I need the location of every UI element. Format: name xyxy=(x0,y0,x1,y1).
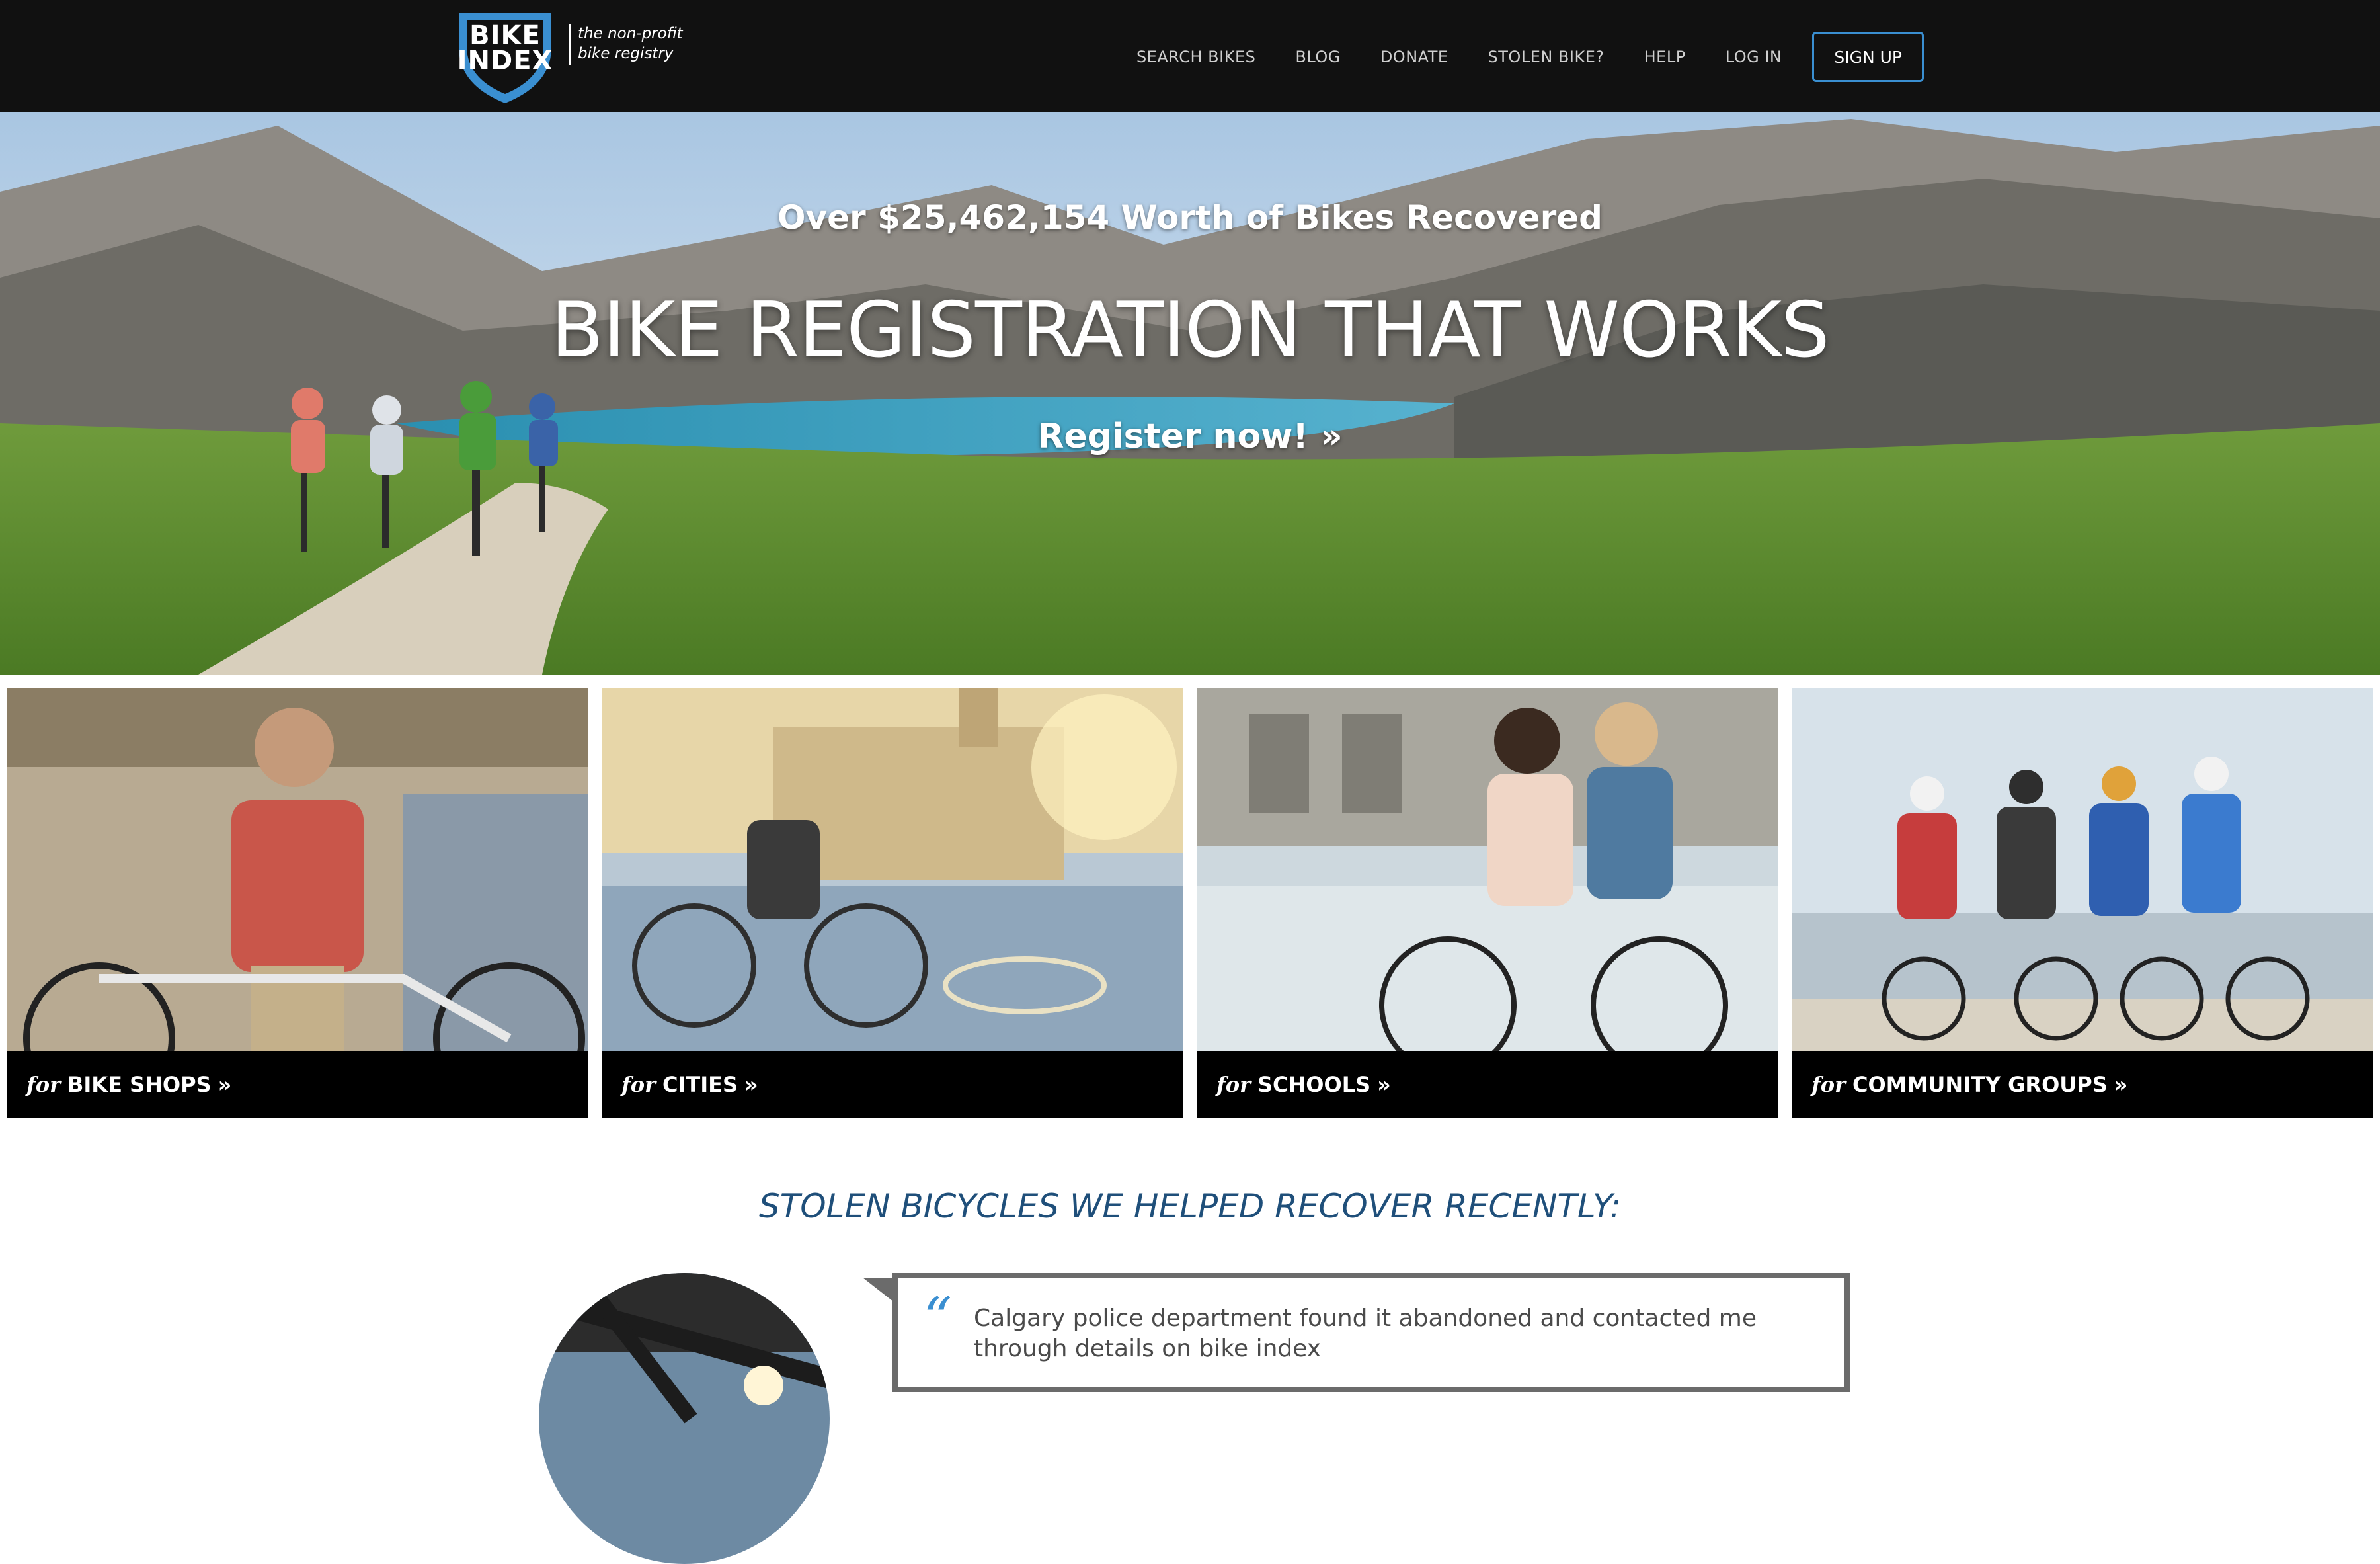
sign-up-button[interactable]: SIGN UP xyxy=(1812,32,1924,82)
bike-index-logo[interactable]: BIKE INDEX the non-profit bike registry xyxy=(455,7,693,106)
for-label: for xyxy=(621,1072,656,1097)
tile-label: SCHOOLS xyxy=(1257,1072,1371,1097)
testimonial-text: Calgary police department found it aband… xyxy=(974,1305,1757,1362)
tile-community-groups[interactable]: for COMMUNITY GROUPS » xyxy=(1792,688,2373,1118)
nav-donate[interactable]: DONATE xyxy=(1380,48,1448,66)
for-label: for xyxy=(1811,1072,1846,1097)
tile-label: CITIES xyxy=(662,1072,738,1097)
students-photo xyxy=(1197,688,1778,1051)
double-chevron-right-icon: » xyxy=(744,1072,758,1097)
double-chevron-right-icon: » xyxy=(1377,1072,1391,1097)
tile-cities[interactable]: for CITIES » xyxy=(602,688,1183,1118)
nav-help[interactable]: HELP xyxy=(1644,48,1686,66)
logo-tagline-line1: the non-profit xyxy=(578,25,683,42)
double-chevron-right-icon: » xyxy=(218,1072,232,1097)
top-nav: BIKE INDEX the non-profit bike registry … xyxy=(0,0,2380,112)
for-label: for xyxy=(1216,1072,1251,1097)
nav-log-in[interactable]: LOG IN xyxy=(1726,48,1782,66)
recoveries-heading: STOLEN BICYCLES WE HELPED RECOVER RECENT… xyxy=(758,1187,1622,1225)
tile-caption[interactable]: for SCHOOLS » xyxy=(1197,1051,1778,1118)
quote-pointer xyxy=(863,1278,893,1301)
nav-stolen-bike[interactable]: STOLEN BIKE? xyxy=(1488,48,1605,66)
tile-caption[interactable]: for CITIES » xyxy=(602,1051,1183,1118)
recovered-bike-avatar xyxy=(539,1273,830,1564)
recovered-value-kicker: Over $25,462,154 Worth of Bikes Recovere… xyxy=(777,198,1603,237)
logo-tagline: the non-profit bike registry xyxy=(578,24,683,63)
main-menu: SEARCH BIKES BLOG DONATE STOLEN BIKE? HE… xyxy=(1136,32,1924,82)
logo-divider xyxy=(569,24,571,65)
tile-label: BIKE SHOPS xyxy=(67,1072,212,1097)
nav-blog[interactable]: BLOG xyxy=(1295,48,1340,66)
for-label: for xyxy=(26,1072,61,1097)
tile-caption[interactable]: for COMMUNITY GROUPS » xyxy=(1792,1051,2373,1118)
double-chevron-right-icon: » xyxy=(2114,1072,2128,1097)
register-now-link[interactable]: Register now! » xyxy=(0,417,2380,456)
recovery-testimonial: “ Calgary police department found it aba… xyxy=(892,1273,1850,1392)
logo-word-index: INDEX xyxy=(457,46,553,76)
tile-schools[interactable]: for SCHOOLS » xyxy=(1197,688,1778,1118)
tile-label: COMMUNITY GROUPS xyxy=(1852,1072,2108,1097)
tile-bike-shops[interactable]: for BIKE SHOPS » xyxy=(7,688,588,1118)
nav-search-bikes[interactable]: SEARCH BIKES xyxy=(1136,48,1255,66)
community-group-photo xyxy=(1792,688,2373,1051)
recovered-bike-photo xyxy=(539,1273,830,1564)
hero-banner: Over $25,462,154 Worth of Bikes Recovere… xyxy=(0,112,2380,675)
audience-tiles: for BIKE SHOPS » for CITIES » for SCHOOL… xyxy=(7,688,2373,1118)
hero-landscape-image xyxy=(0,112,2380,675)
logo-tagline-line2: bike registry xyxy=(578,45,674,62)
bike-shop-photo xyxy=(7,688,588,1051)
tile-caption[interactable]: for BIKE SHOPS » xyxy=(7,1051,588,1118)
hero-title: BIKE REGISTRATION THAT WORKS xyxy=(551,286,1829,375)
quote-open-icon: “ xyxy=(923,1286,952,1352)
city-cyclists-photo xyxy=(602,688,1183,1051)
logo-word-bike: BIKE xyxy=(469,21,541,51)
